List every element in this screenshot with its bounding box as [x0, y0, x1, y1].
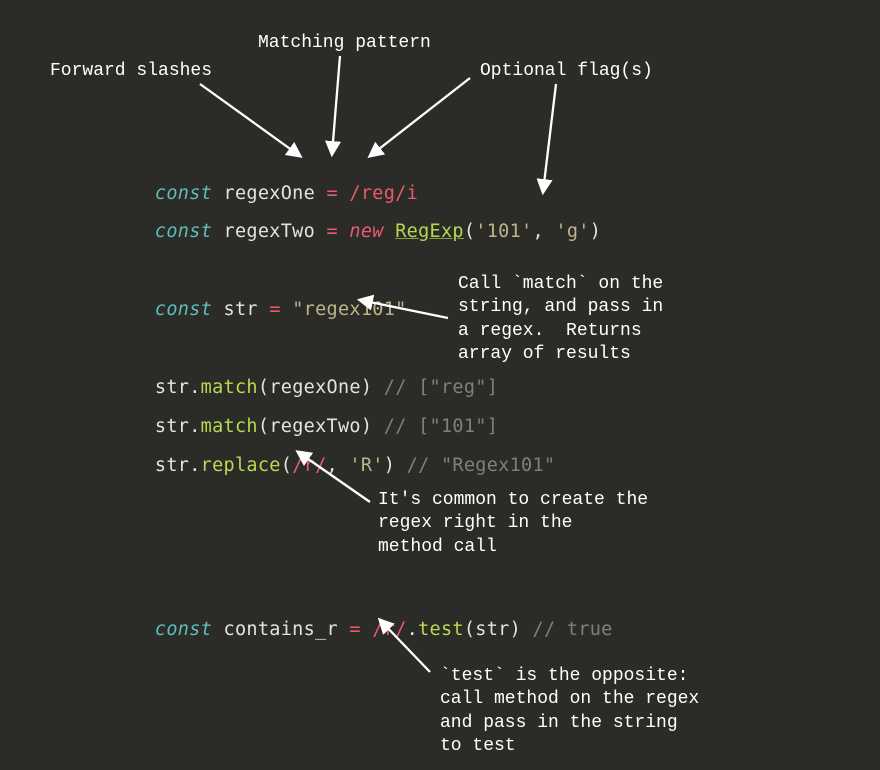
operator-eq: = [327, 221, 338, 242]
string-literal: "regex101" [292, 299, 406, 320]
regex-literal: /r/ [292, 455, 326, 476]
identifier: regexTwo [224, 221, 316, 242]
string-literal: 'R' [349, 455, 383, 476]
punct: . [407, 619, 418, 640]
keyword-const: const [155, 299, 212, 320]
keyword-const: const [155, 221, 212, 242]
punct: ) [384, 455, 395, 476]
annotation-inline-note: It's common to create the regex right in… [378, 489, 648, 559]
code-line-4: str.match(regexOne) // ["reg"] [132, 356, 498, 398]
keyword-new: new [349, 221, 383, 242]
code-line-3: const str = "regex101" [132, 278, 407, 320]
string-literal: 'g' [555, 221, 589, 242]
identifier: str [475, 619, 509, 640]
code-line-5: str.match(regexTwo) // ["101"] [132, 395, 498, 437]
arrow-forward-slashes [200, 84, 300, 156]
code-line-7: const contains_r = /r/.test(str) // true [132, 598, 613, 640]
identifier: str [224, 299, 258, 320]
method-test: test [418, 619, 464, 640]
class-regexp: RegExp [395, 221, 464, 242]
string-literal: '101' [475, 221, 532, 242]
punct: ) [510, 619, 521, 640]
punct: . [189, 455, 200, 476]
arrow-optional-flags-1 [370, 78, 470, 156]
arrow-matching-pattern [332, 56, 340, 154]
comment: // "Regex101" [407, 455, 556, 476]
keyword-const: const [155, 619, 212, 640]
punct: ( [281, 455, 292, 476]
identifier: str [155, 455, 189, 476]
annotation-test-note: `test` is the opposite: call method on t… [440, 665, 699, 759]
annotation-optional-flags: Optional flag(s) [480, 60, 653, 83]
code-line-2: const regexTwo = new RegExp('101', 'g') [132, 200, 601, 242]
punct: ( [464, 221, 475, 242]
annotation-forward-slashes: Forward slashes [50, 60, 212, 83]
comment: // true [533, 619, 613, 640]
punct: , [327, 455, 350, 476]
annotation-matching-pattern: Matching pattern [258, 32, 431, 55]
regex-literal: /r/ [372, 619, 406, 640]
method-replace: replace [201, 455, 281, 476]
punct: ) [590, 221, 601, 242]
operator-eq: = [269, 299, 280, 320]
arrow-optional-flags-2 [543, 84, 556, 192]
punct: ( [464, 619, 475, 640]
annotation-match-note: Call `match` on the string, and pass in … [458, 273, 663, 367]
identifier: contains_r [224, 619, 338, 640]
operator-eq: = [349, 619, 360, 640]
punct: , [533, 221, 556, 242]
code-line-1: const regexOne = /reg/i [132, 162, 418, 204]
code-line-6: str.replace(/r/, 'R') // "Regex101" [132, 434, 555, 476]
